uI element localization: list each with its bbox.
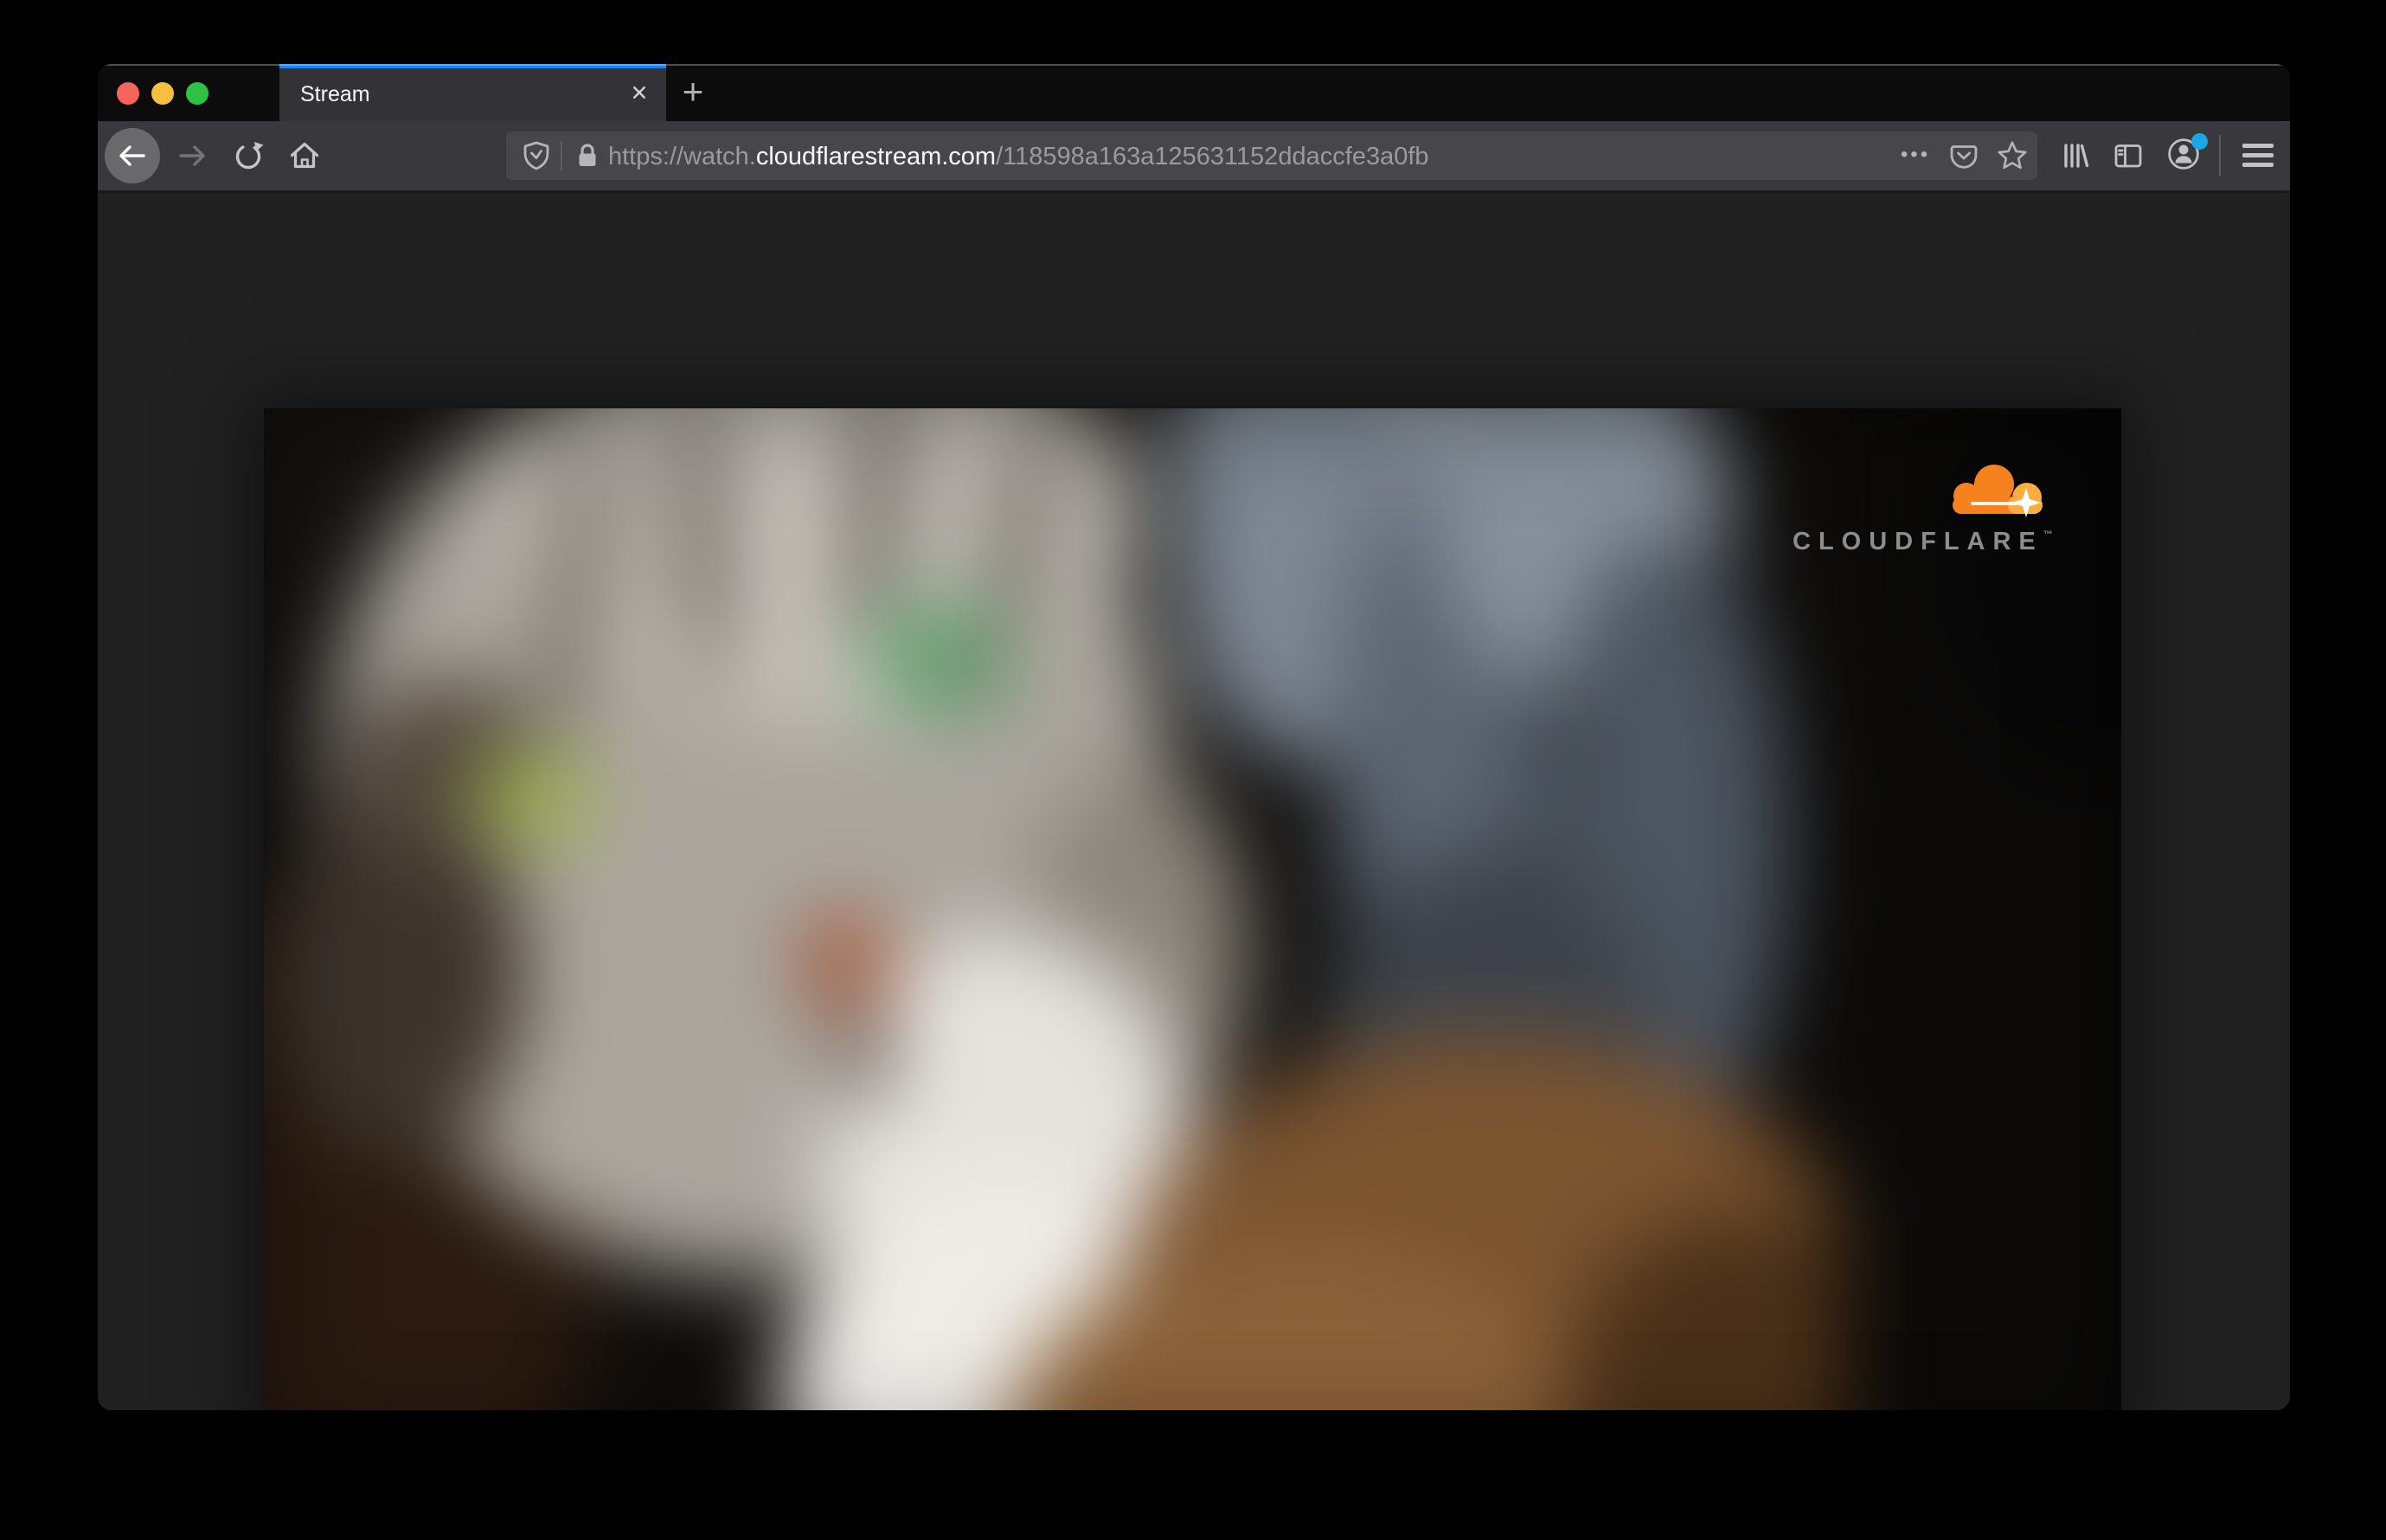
back-button[interactable]: [105, 128, 160, 183]
tab-stream[interactable]: Stream ✕: [279, 64, 666, 121]
bookmark-star-icon[interactable]: [1996, 139, 2029, 172]
browser-window: Stream ✕ + https://watch.cloudflarestrea…: [98, 64, 2290, 1410]
video-vignette: [264, 408, 2121, 1410]
new-tab-button[interactable]: +: [668, 67, 718, 118]
home-icon[interactable]: [287, 138, 322, 173]
minimize-window-button[interactable]: [151, 82, 174, 105]
tab-title: Stream: [300, 82, 370, 106]
sidebar-icon[interactable]: [2111, 138, 2145, 173]
cloudflare-brand-text: CLOUDFLARE™: [1793, 528, 2053, 555]
pocket-icon[interactable]: [1948, 140, 1979, 171]
cloudflare-cloud-icon: [1953, 465, 2043, 517]
tracking-protection-shield-icon[interactable]: [521, 140, 552, 171]
tab-close-icon[interactable]: ✕: [624, 64, 655, 121]
url-bar[interactable]: https://watch.cloudflarestream.com/11859…: [506, 132, 2037, 180]
lock-icon[interactable]: [572, 140, 603, 171]
page-content: CLOUDFLARE™: [98, 193, 2290, 1410]
library-icon[interactable]: [2057, 138, 2092, 173]
window-top-edge-highlight: [98, 64, 2290, 66]
menu-icon[interactable]: [2242, 144, 2274, 168]
urlbar-divider: [561, 141, 562, 170]
video-player[interactable]: CLOUDFLARE™: [264, 408, 2121, 1410]
toolbar-separator: [2219, 135, 2221, 176]
reload-icon[interactable]: [231, 138, 266, 173]
cloudflare-watermark: CLOUDFLARE™: [1793, 457, 2068, 556]
url-prefix: https://watch.: [608, 143, 756, 170]
back-icon: [119, 145, 145, 166]
url-domain: cloudflarestream.com: [755, 143, 997, 170]
close-window-button[interactable]: [117, 82, 139, 105]
url-text[interactable]: https://watch.cloudflarestream.com/11859…: [608, 132, 1429, 180]
url-path: /118598a163a125631152ddaccfe3a0fb: [996, 143, 1429, 170]
forward-icon[interactable]: [175, 138, 209, 173]
page-actions-icon[interactable]: •••: [1889, 132, 1941, 180]
navigation-toolbar: https://watch.cloudflarestream.com/11859…: [98, 121, 2290, 193]
trademark-symbol: ™: [2043, 529, 2053, 540]
account-notification-dot: [2191, 133, 2208, 150]
fullscreen-window-button[interactable]: [186, 82, 208, 105]
tab-bar: Stream ✕ +: [98, 64, 2290, 121]
